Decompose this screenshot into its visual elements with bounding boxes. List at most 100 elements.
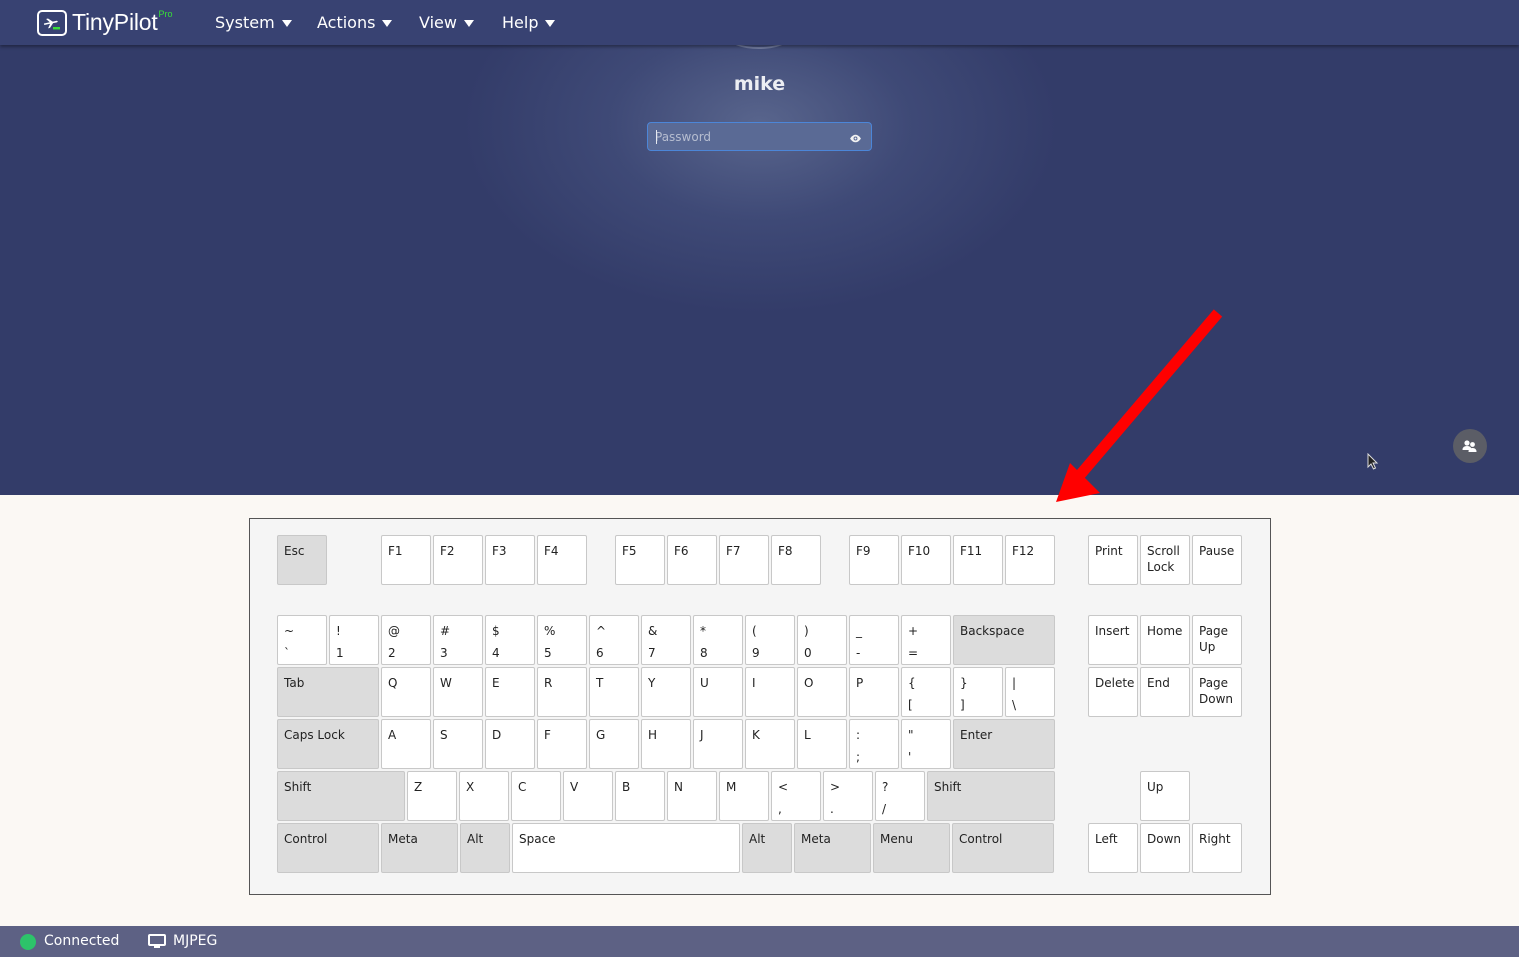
key-arrow-left[interactable]: Left [1088,823,1138,873]
key-caps-lock[interactable]: Caps Lock [277,719,379,769]
key-b[interactable]: B [615,771,665,821]
key-e[interactable]: E [485,667,535,717]
key-f5[interactable]: F5 [615,535,665,585]
key-f9[interactable]: F9 [849,535,899,585]
key-c[interactable]: C [511,771,561,821]
key-0[interactable]: ) 0 [797,615,847,665]
key-quote[interactable]: " ' [901,719,951,769]
key-7[interactable]: & 7 [641,615,691,665]
key-w[interactable]: W [433,667,483,717]
key-backquote[interactable]: ~ ` [277,615,327,665]
key-r[interactable]: R [537,667,587,717]
key-f10[interactable]: F10 [901,535,951,585]
key-1[interactable]: ! 1 [329,615,379,665]
key-4[interactable]: $4 [485,615,535,665]
key-control-right[interactable]: Control [952,823,1054,873]
key-u[interactable]: U [693,667,743,717]
key-d[interactable]: D [485,719,535,769]
menu-actions[interactable]: Actions [317,13,393,32]
key-period[interactable]: >. [823,771,873,821]
key-n[interactable]: N [667,771,717,821]
key-page-down[interactable]: Page Down [1192,667,1242,717]
key-2[interactable]: @2 [381,615,431,665]
key-y[interactable]: Y [641,667,691,717]
key-i[interactable]: I [745,667,795,717]
menu-system[interactable]: System [215,13,292,32]
key-control-left[interactable]: Control [277,823,379,873]
key-space[interactable]: Space [512,823,740,873]
key-delete[interactable]: Delete [1088,667,1138,717]
stream-mode[interactable]: MJPEG [173,933,217,949]
key-o[interactable]: O [797,667,847,717]
key-8[interactable]: * 8 [693,615,743,665]
key-arrow-right[interactable]: Right [1192,823,1242,873]
key-scroll-lock[interactable]: Scroll Lock [1140,535,1190,585]
key-5[interactable]: % 5 [537,615,587,665]
key-meta-left[interactable]: Meta [381,823,458,873]
key-f7[interactable]: F7 [719,535,769,585]
key-h[interactable]: H [641,719,691,769]
password-field[interactable] [647,122,872,151]
key-x[interactable]: X [459,771,509,821]
key-p[interactable]: P [849,667,899,717]
key-bracket-left[interactable]: {[ [901,667,951,717]
key-f12[interactable]: F12 [1005,535,1055,585]
key-6[interactable]: ^ 6 [589,615,639,665]
key-alt-right[interactable]: Alt [742,823,792,873]
key-z[interactable]: Z [407,771,457,821]
users-button[interactable] [1453,429,1487,463]
key-insert[interactable]: Insert [1088,615,1138,665]
key-3[interactable]: #3 [433,615,483,665]
key-comma[interactable]: <, [771,771,821,821]
key-home[interactable]: Home [1140,615,1190,665]
key-menu[interactable]: Menu [873,823,950,873]
key-base-symbol: 8 [700,646,708,660]
menu-view[interactable]: View [419,13,474,32]
key-v[interactable]: V [563,771,613,821]
key-9[interactable]: (9 [745,615,795,665]
key-alt-left[interactable]: Alt [460,823,510,873]
key-equal[interactable]: + = [901,615,951,665]
key-shift-left[interactable]: Shift [277,771,405,821]
key-m[interactable]: M [719,771,769,821]
key-tab[interactable]: Tab [277,667,379,717]
key-a[interactable]: A [381,719,431,769]
eye-icon[interactable] [849,130,862,149]
key-bracket-right[interactable]: }] [953,667,1003,717]
key-minus[interactable]: _ - [849,615,899,665]
key-f3[interactable]: F3 [485,535,535,585]
key-f[interactable]: F [537,719,587,769]
key-backslash[interactable]: | \ [1005,667,1055,717]
key-pause[interactable]: Pause [1192,535,1242,585]
key-j[interactable]: J [693,719,743,769]
key-page-up[interactable]: Page Up [1192,615,1242,665]
key-semicolon[interactable]: :; [849,719,899,769]
key-f4[interactable]: F4 [537,535,587,585]
key-meta-right[interactable]: Meta [794,823,871,873]
key-backspace[interactable]: Backspace [953,615,1055,665]
key-f1[interactable]: F1 [381,535,431,585]
key-shift-right[interactable]: Shift [927,771,1055,821]
key-print[interactable]: Print [1088,535,1138,585]
key-l[interactable]: L [797,719,847,769]
brand-logo[interactable]: TinyPilot Pro [37,9,173,36]
key-arrow-up[interactable]: Up [1140,771,1190,821]
key-esc[interactable]: Esc [277,535,327,585]
key-g[interactable]: G [589,719,639,769]
key-end[interactable]: End [1140,667,1190,717]
key-f2[interactable]: F2 [433,535,483,585]
password-input[interactable] [648,129,838,144]
key-base-symbol: / [882,802,887,816]
key-arrow-down[interactable]: Down [1140,823,1190,873]
key-enter[interactable]: Enter [953,719,1055,769]
key-s[interactable]: S [433,719,483,769]
menu-help[interactable]: Help [502,13,556,32]
key-q[interactable]: Q [381,667,431,717]
key-k[interactable]: K [745,719,795,769]
key-f11[interactable]: F11 [953,535,1003,585]
remote-screen[interactable]: mike [0,45,1519,495]
key-f8[interactable]: F8 [771,535,821,585]
key-slash[interactable]: ? / [875,771,925,821]
key-f6[interactable]: F6 [667,535,717,585]
key-t[interactable]: T [589,667,639,717]
